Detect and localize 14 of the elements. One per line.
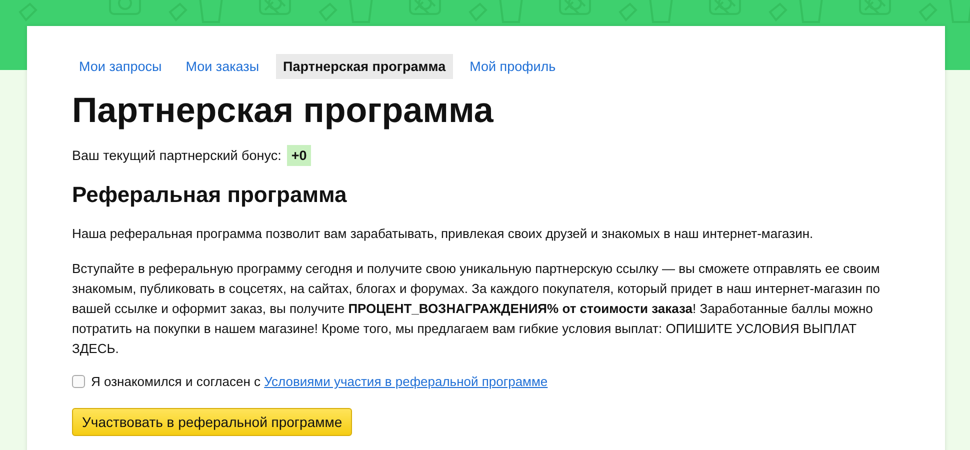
- paragraph: Наша реферальная программа позволит вам зарабатывать, привлекая своих друзей и знакомых в наш интернет-магазин.: [72, 225, 814, 243]
- join-button[interactable]: Участвовать в реферальной программе: [72, 408, 352, 436]
- nav-tab[interactable]: Мои заказы: [178, 54, 266, 79]
- nav-tab[interactable]: Партнерская программа: [276, 54, 453, 79]
- agreement-text: Я ознакомился и согласен с Условиями участия в реферальной программе: [91, 374, 548, 389]
- bonus-value: +0: [287, 145, 311, 166]
- bonus-label: Ваш текущий партнерский бонус:: [72, 148, 282, 163]
- agreement-checkbox[interactable]: [72, 375, 85, 388]
- nav-tab[interactable]: Мои запросы: [72, 54, 169, 79]
- page-title: Партнерская программа: [72, 91, 494, 131]
- nav-tab[interactable]: Мой профиль: [462, 54, 563, 79]
- paragraph: Вступайте в реферальную программу сегодня и получите свою уникальную партнерскую ссылку — вы сможете отправлять ее своим знакомым, публиковать в соцсетях, на сайтах, блогах и форумах. За каждого покупателя, который придет в наш интернет-магазин по вашей ссылке и оформит заказ, вы получите ПРОЦЕНТ_ВОЗНАГРАЖДЕНИЯ% от стоимости заказа! Заработанные баллы можно потратить на покупки в нашем магазине! Кроме того, мы предлагаем вам гибкие условия выплат: ОПИШИТЕ УСЛОВИЯ ВЫПЛАТ ЗДЕСЬ.: [72, 260, 882, 358]
- terms-link[interactable]: Условиями участия в реферальной программе: [264, 374, 548, 389]
- section-title: Реферальная программа: [72, 182, 348, 208]
